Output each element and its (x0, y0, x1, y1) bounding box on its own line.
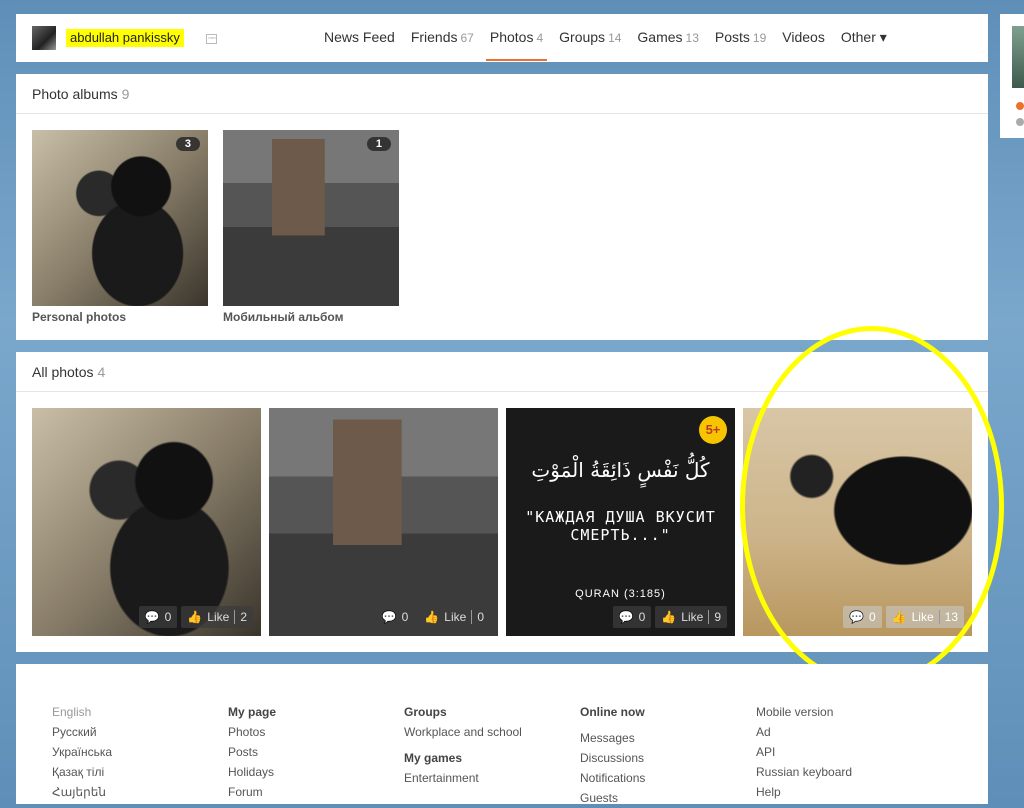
divider (16, 113, 988, 114)
footer-link[interactable]: Holidays (228, 762, 276, 782)
photo-tile[interactable]: 💬 0 👍 Like 0 (269, 408, 498, 636)
quote-arabic: كُلُّ نَفْسٍ ذَائِقَةُ الْمَوْتِ (531, 458, 710, 482)
comment-button[interactable]: 💬 0 (138, 606, 178, 628)
online-indicator-icon: ▫▫▫ (206, 34, 218, 44)
footer-languages: English Русский Українська Қазақ тілі Հա… (52, 702, 112, 802)
footer-misc: Mobile version Ad API Russian keyboard H… (756, 702, 852, 802)
footer-link[interactable]: Ad (756, 722, 852, 742)
like-button[interactable]: 👍 Like 13 (885, 606, 964, 628)
footer-link[interactable]: Notifications (580, 768, 645, 788)
section-title: Photo albums 9 (32, 86, 130, 102)
footer-heading[interactable]: Online now (580, 702, 645, 722)
footer-heading[interactable]: My page (228, 702, 276, 722)
photo-tile[interactable]: 💬 0 👍 Like 13 (743, 408, 972, 636)
comment-icon: 💬 (618, 610, 634, 624)
language-link[interactable]: Українська (52, 742, 112, 762)
footer-link[interactable]: Forum (228, 782, 276, 802)
footer-link[interactable]: Entertainment (404, 768, 522, 788)
footer-link[interactable]: Workplace and school (404, 722, 522, 742)
quote-source: Quran (3:185) (575, 588, 666, 600)
album-personal-photos[interactable]: 3 (32, 130, 208, 306)
photo-tile[interactable]: 5+ كُلُّ نَفْسٍ ذَائِقَةُ الْمَوْتِ "Каж… (506, 408, 735, 636)
language-link[interactable]: Русский (52, 722, 112, 742)
thumbs-up-icon: 👍 (891, 610, 907, 624)
comment-icon: 💬 (144, 610, 160, 624)
tab-other-dropdown[interactable]: Other ▾ (841, 14, 887, 62)
comment-icon: 💬 (381, 610, 397, 624)
divider (16, 391, 988, 392)
footer-online: Online now Messages Discussions Notifica… (580, 702, 645, 808)
tab-friends[interactable]: Friends 67 (411, 14, 474, 62)
comment-button[interactable]: 💬 0 (612, 606, 652, 628)
comment-button[interactable]: 💬 0 (843, 606, 882, 628)
section-title: All photos 4 (32, 364, 106, 380)
footer-link[interactable]: Guests (580, 788, 645, 808)
footer-my-page: My page Photos Posts Holidays Forum (228, 702, 276, 802)
footer-link[interactable]: Help (756, 782, 852, 802)
album-count-badge: 3 (175, 137, 200, 151)
footer-link[interactable]: Discussions (580, 748, 645, 768)
album-label[interactable]: Personal photos (32, 310, 126, 324)
like-button[interactable]: 👍 Like 9 (655, 606, 727, 628)
photo-tile[interactable]: 💬 0 👍 Like 2 (32, 408, 261, 636)
album-label[interactable]: Мобильный альбом (223, 310, 343, 324)
profile-header: abdullah pankissky ▫▫▫ News Feed Friends… (16, 14, 988, 62)
side-thumbnail[interactable] (1012, 26, 1024, 88)
tab-groups[interactable]: Groups 14 (559, 14, 621, 62)
language-link[interactable]: Қазақ тілі (52, 762, 112, 782)
quote-text: "Каждая душа вкусит смерть..." (525, 508, 716, 544)
footer: English Русский Українська Қазақ тілі Հա… (16, 664, 988, 805)
profile-username[interactable]: abdullah pankissky (66, 29, 184, 47)
like-button[interactable]: 👍 Like 2 (181, 606, 253, 628)
thumbs-up-icon: 👍 (661, 610, 677, 624)
footer-link[interactable]: Posts (228, 742, 276, 762)
footer-link[interactable]: Photos (228, 722, 276, 742)
user-icon[interactable] (1016, 118, 1024, 126)
like-button[interactable]: 👍 Like 0 (418, 606, 490, 628)
language-link[interactable]: English (52, 702, 112, 722)
tab-games[interactable]: Games 13 (637, 14, 698, 62)
tab-posts[interactable]: Posts 19 (715, 14, 766, 62)
footer-groups: Groups Workplace and school My games Ent… (404, 702, 522, 788)
avatar[interactable] (32, 26, 56, 50)
side-panel (1000, 14, 1024, 138)
album-mobile[interactable]: 1 (223, 130, 399, 306)
footer-heading[interactable]: My games (404, 748, 522, 768)
tab-photos[interactable]: Photos 4 (485, 14, 548, 62)
all-photos-section: All photos 4 💬 0 👍 Like 2 💬 0 👍 Like 0 5+ كُلُّ… (16, 352, 988, 652)
age-rating-badge: 5+ (699, 416, 727, 444)
footer-link[interactable]: Mobile version (756, 702, 852, 722)
photo-albums-section: Photo albums 9 3 Personal photos 1 Мобиль… (16, 74, 988, 340)
album-count-badge: 1 (366, 137, 391, 151)
footer-link[interactable]: Russian keyboard (756, 762, 852, 782)
footer-link[interactable]: Messages (580, 728, 645, 748)
tab-videos[interactable]: Videos (782, 14, 825, 62)
comment-icon: 💬 (849, 610, 864, 624)
tab-news-feed[interactable]: News Feed (324, 14, 395, 62)
footer-link[interactable]: API (756, 742, 852, 762)
thumbs-up-icon: 👍 (424, 610, 440, 624)
comment-button[interactable]: 💬 0 (375, 606, 415, 628)
footer-heading[interactable]: Groups (404, 702, 522, 722)
thumbs-up-icon: 👍 (187, 610, 203, 624)
orange-dot-icon (1016, 102, 1024, 110)
profile-nav: News Feed Friends 67 Photos 4 Groups 14 Gam… (316, 14, 895, 62)
language-link[interactable]: Հայերեն (52, 782, 112, 802)
